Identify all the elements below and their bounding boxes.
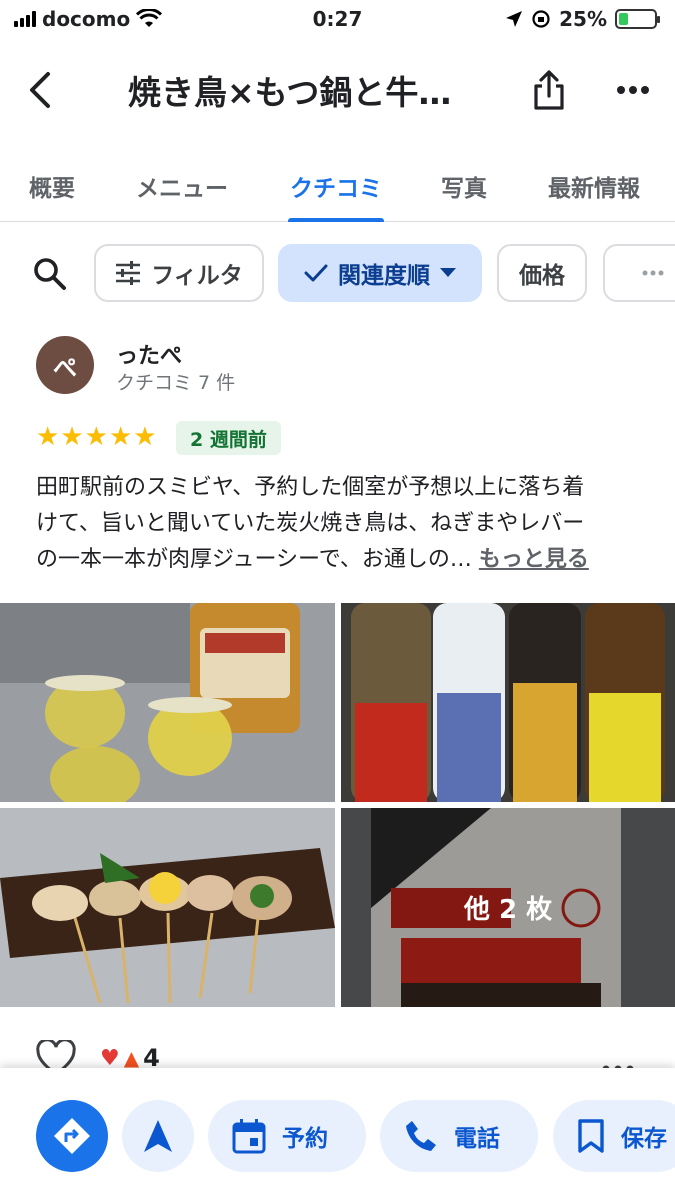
reserve-button[interactable]: 予約 bbox=[208, 1100, 366, 1172]
signal-icon bbox=[14, 11, 36, 27]
more-link[interactable]: もっと見る bbox=[479, 547, 589, 572]
phone-icon bbox=[406, 1121, 436, 1151]
more-options-button[interactable] bbox=[591, 50, 675, 130]
reviewer-review-count: クチコミ 7 件 bbox=[116, 372, 236, 394]
search-icon bbox=[34, 258, 66, 290]
filter-label: フィルタ bbox=[151, 263, 243, 289]
calendar-icon bbox=[232, 1119, 266, 1154]
sort-chip[interactable]: 関連度順 bbox=[278, 244, 482, 302]
review-photo[interactable] bbox=[0, 808, 335, 1007]
price-label: 価格 bbox=[519, 263, 565, 289]
battery-percent: 25% bbox=[559, 7, 607, 31]
save-label: 保存 bbox=[621, 1126, 667, 1152]
star-icon: ★ bbox=[84, 422, 108, 452]
tab-photos[interactable]: 写真 bbox=[432, 150, 496, 222]
more-horiz-icon bbox=[617, 86, 649, 94]
more-filters-chip[interactable] bbox=[603, 244, 675, 302]
header: 焼き鳥×もつ鍋と牛… bbox=[0, 50, 675, 130]
bookmark-icon bbox=[578, 1119, 604, 1153]
bottom-action-bar: 予約 電話 保存 bbox=[0, 1068, 675, 1200]
status-left: docomo bbox=[14, 7, 163, 31]
avatar[interactable]: ぺ bbox=[36, 336, 94, 394]
tab-bar: 概要 メニュー クチコミ 写真 最新情報 bbox=[0, 150, 675, 222]
review-text-line-end: の一本一本が肉厚ジューシーで、お通しの… bbox=[36, 547, 472, 572]
filter-chip[interactable]: フィルタ bbox=[94, 244, 264, 302]
navigation-arrow-icon bbox=[144, 1120, 172, 1152]
call-button[interactable]: 電話 bbox=[380, 1100, 538, 1172]
back-button[interactable] bbox=[0, 50, 80, 130]
battery-icon bbox=[615, 9, 660, 29]
status-right: 25% bbox=[505, 7, 660, 31]
place-title: 焼き鳥×もつ鍋と牛… bbox=[128, 73, 452, 112]
carrier-label: docomo bbox=[42, 7, 131, 31]
rotation-lock-icon bbox=[532, 10, 550, 28]
review-photo[interactable] bbox=[0, 603, 335, 802]
more-horiz-icon bbox=[642, 270, 664, 276]
check-icon bbox=[304, 264, 328, 282]
star-icon: ★ bbox=[36, 422, 60, 452]
tab-reviews[interactable]: クチコミ bbox=[288, 150, 384, 222]
start-navigation-button[interactable] bbox=[122, 1100, 194, 1172]
directions-button[interactable] bbox=[36, 1100, 108, 1172]
search-reviews-button[interactable] bbox=[28, 252, 72, 296]
star-icon: ★ bbox=[60, 422, 84, 452]
review-photo[interactable] bbox=[341, 603, 675, 802]
share-icon bbox=[534, 70, 564, 110]
dropdown-arrow-icon bbox=[440, 268, 456, 277]
review-time-badge: 2 週間前 bbox=[176, 421, 281, 455]
review-text-line: の一本一本が肉厚ジューシーで、お通しの… もっと見る bbox=[36, 542, 640, 578]
star-icon: ★ bbox=[108, 422, 133, 452]
review-text-line: 田町駅前のスミビヤ、予約した個室が予想以上に落ち着 bbox=[36, 475, 585, 500]
shochu-bottles-photo bbox=[341, 603, 675, 802]
reserve-label: 予約 bbox=[282, 1126, 328, 1152]
star-icon: ★ bbox=[133, 422, 157, 452]
tune-icon bbox=[116, 261, 141, 285]
reviewer-name[interactable]: ったぺ bbox=[116, 338, 182, 370]
tequila-glasses-photo bbox=[0, 603, 335, 802]
tab-menu[interactable]: メニュー bbox=[130, 150, 234, 222]
yakitori-plate-photo bbox=[0, 808, 335, 1007]
fire-reaction-icon: ▲ bbox=[123, 1046, 140, 1070]
review-filter-row: フィルタ 関連度順 価格 bbox=[0, 244, 675, 302]
star-rating: ★ ★ ★ ★ ★ bbox=[36, 422, 157, 452]
price-chip[interactable]: 価格 bbox=[497, 244, 587, 302]
sort-label: 関連度順 bbox=[338, 263, 430, 289]
back-arrow-icon bbox=[30, 72, 50, 108]
status-bar: docomo 0:27 25% bbox=[0, 0, 675, 38]
more-photos-overlay: 他 2 枚 bbox=[341, 808, 675, 1007]
share-button[interactable] bbox=[507, 50, 591, 130]
wifi-icon bbox=[136, 9, 163, 27]
review-photo-more[interactable]: 他 2 枚 bbox=[341, 808, 675, 1007]
heart-reaction-icon: ♥ bbox=[100, 1045, 120, 1071]
review-text: 田町駅前のスミビヤ、予約した個室が予想以上に落ち着 けて、旨いと聞いていた炭火焼… bbox=[36, 470, 640, 578]
save-button[interactable]: 保存 bbox=[553, 1100, 675, 1172]
battery-fill bbox=[619, 13, 628, 25]
tab-overview[interactable]: 概要 bbox=[22, 150, 82, 222]
directions-icon bbox=[54, 1118, 90, 1154]
tab-updates[interactable]: 最新情報 bbox=[540, 150, 648, 222]
review-text-line: けて、旨いと聞いていた炭火焼き鳥は、ねぎまやレバー bbox=[36, 511, 585, 536]
location-arrow-icon bbox=[506, 11, 523, 27]
call-label: 電話 bbox=[454, 1126, 500, 1152]
